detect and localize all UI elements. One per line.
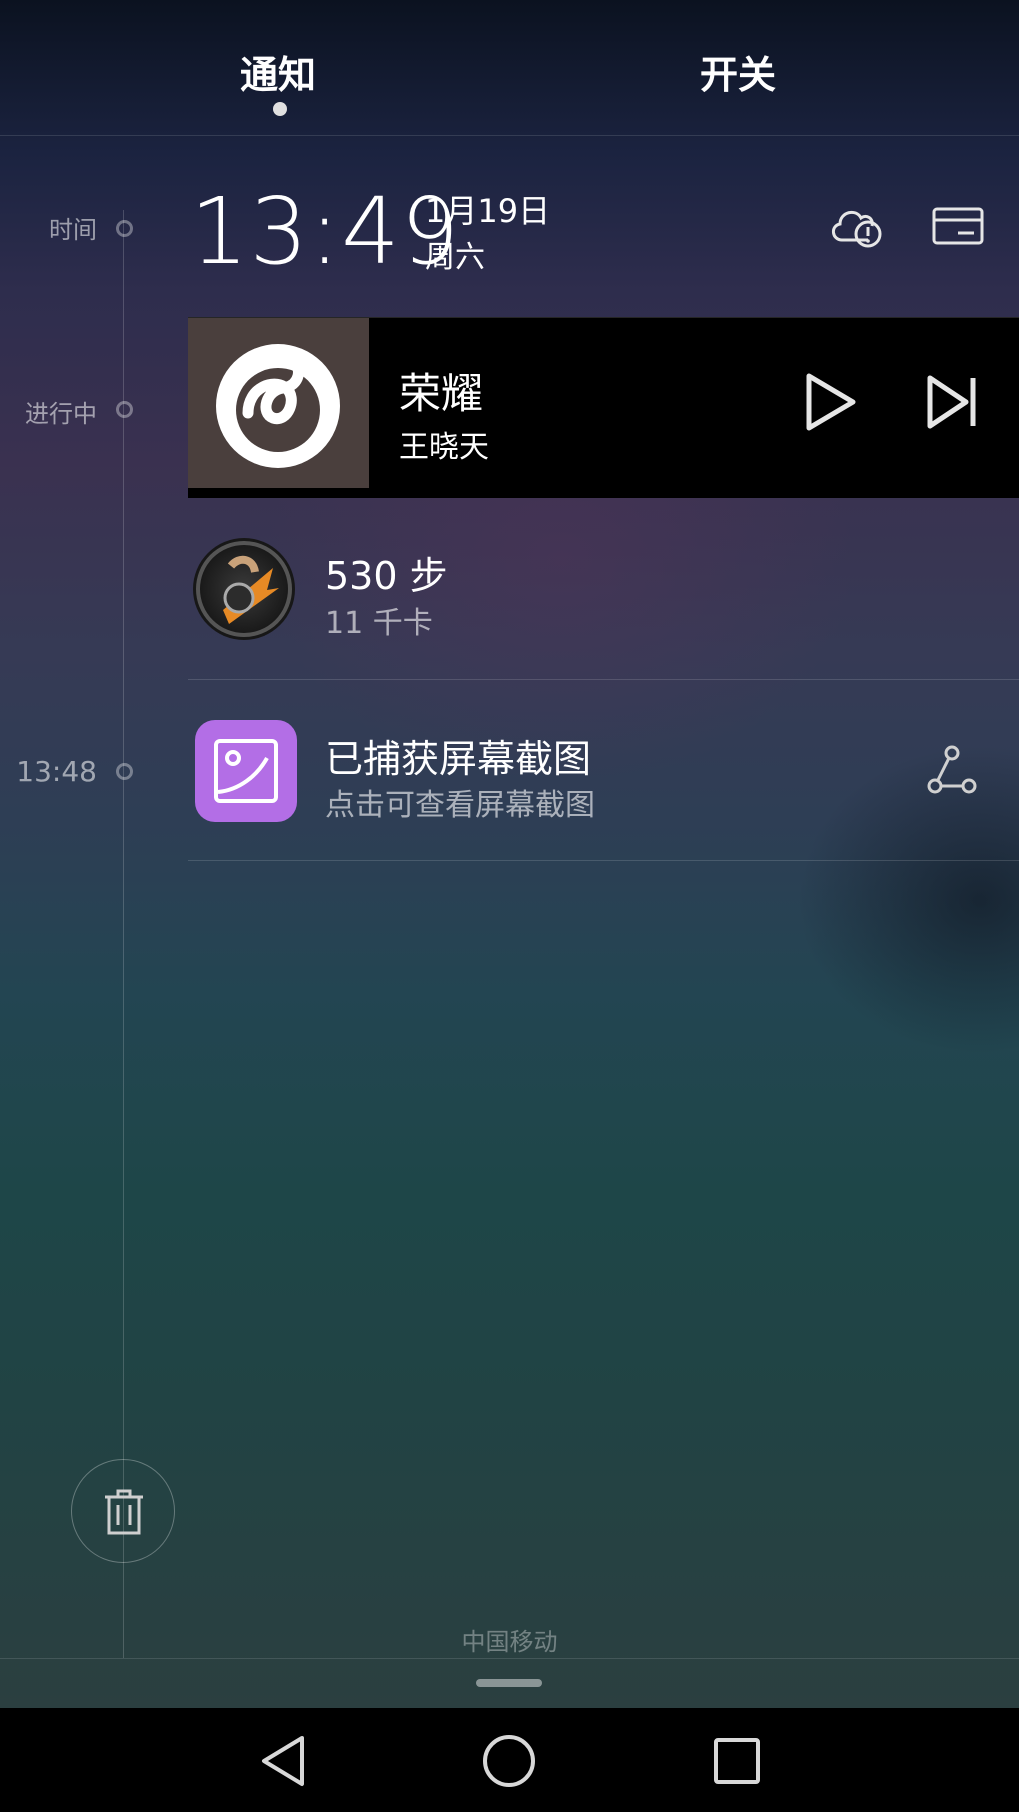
timeline-line [123,210,124,1658]
timeline-label-time: 时间 [49,216,97,244]
tab-notifications[interactable]: 通知 [240,44,316,99]
drag-handle[interactable] [476,1679,542,1687]
timeline-dot-past [116,763,133,780]
clock-time: 13:49 [190,178,461,285]
song-title: 荣耀 [399,369,484,418]
play-icon[interactable] [804,372,858,436]
tab-bar: 通知 开关 [0,0,1019,136]
back-icon[interactable] [258,1734,308,1792]
active-tab-indicator [273,102,287,116]
share-icon[interactable] [926,744,978,800]
timeline-dot-ongoing [116,401,133,418]
divider [188,679,1019,680]
steps-count: 530 步 [325,554,448,598]
screenshot-title[interactable]: 已捕获屏幕截图 [325,728,591,783]
trash-icon [103,1489,145,1539]
timeline-dot-time [116,220,133,237]
background [0,0,1019,1708]
skip-next-icon[interactable] [926,374,980,434]
image-icon [195,720,297,822]
navigation-bar [0,1708,1019,1812]
card-icon[interactable] [932,207,984,251]
clock-date: 1月19日 [425,192,551,230]
netease-music-icon [188,318,369,488]
timeline-label-past-time: 13:48 [16,755,97,788]
calories-count: 11 千卡 [325,606,433,641]
recents-icon[interactable] [713,1737,761,1789]
screenshot-subtitle[interactable]: 点击可查看屏幕截图 [325,780,595,824]
song-artist: 王晓天 [399,430,489,465]
divider [0,1658,1019,1659]
health-app-icon [193,538,295,640]
clock-weekday: 周六 [425,240,485,275]
music-notification[interactable]: 荣耀 王晓天 [188,317,1019,498]
clear-all-button[interactable] [71,1459,175,1563]
cloud-alert-icon[interactable] [828,200,886,254]
divider [188,860,1019,861]
timeline-label-ongoing: 进行中 [25,400,97,428]
tab-switches[interactable]: 开关 [700,44,776,99]
carrier-label: 中国移动 [461,1628,558,1656]
home-icon[interactable] [482,1734,536,1792]
